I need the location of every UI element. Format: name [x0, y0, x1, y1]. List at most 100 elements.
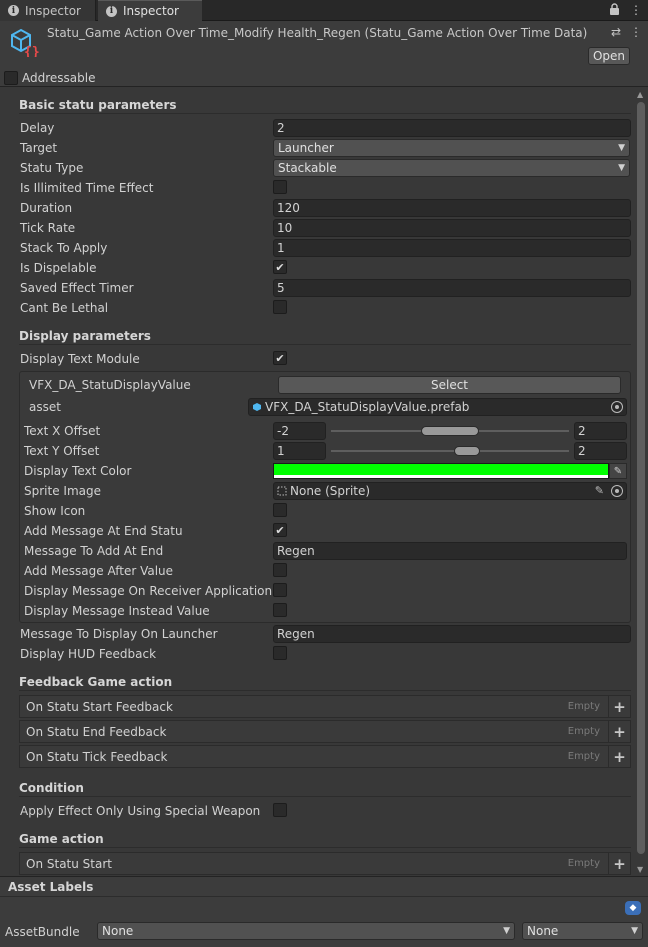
- open-button[interactable]: Open: [588, 47, 630, 65]
- sprite-label: Sprite Image: [24, 484, 101, 498]
- empty-label: Empty: [567, 751, 600, 762]
- info-icon: i: [8, 5, 19, 16]
- plus-icon[interactable]: +: [608, 721, 630, 742]
- checkmark-icon: ✔: [275, 351, 285, 365]
- plus-icon[interactable]: +: [608, 853, 630, 874]
- duration-field[interactable]: 120: [273, 199, 631, 217]
- y-offset-min-field[interactable]: 1: [273, 442, 326, 460]
- object-picker-icon[interactable]: [611, 485, 623, 497]
- scroll-down-icon[interactable]: ▼: [637, 865, 643, 874]
- chevron-down-icon: ▼: [618, 163, 625, 173]
- y-offset-slider-track[interactable]: [331, 450, 569, 452]
- checkmark-icon: ✔: [275, 260, 285, 274]
- scriptable-object-icon: {}: [11, 28, 39, 57]
- hud-label: Display HUD Feedback: [20, 647, 157, 661]
- y-offset-max-field[interactable]: 2: [574, 442, 627, 460]
- sprite-value: None (Sprite): [290, 484, 371, 498]
- saved-timer-field[interactable]: 5: [273, 279, 631, 297]
- tab-label: Inspector: [123, 4, 179, 18]
- tick-rate-field[interactable]: 10: [273, 219, 631, 237]
- asset-bundle-variant-value: None: [527, 924, 559, 938]
- more-options-icon[interactable]: ⋮: [630, 25, 642, 39]
- asset-labels-title: Asset Labels: [8, 880, 94, 894]
- info-icon: i: [106, 5, 117, 17]
- scroll-up-icon[interactable]: ▲: [637, 90, 643, 99]
- text-color-field[interactable]: [273, 463, 609, 479]
- dispelable-label: Is Dispelable: [20, 261, 97, 275]
- special-weapon-checkbox[interactable]: [273, 803, 287, 817]
- chevron-down-icon: ▼: [618, 143, 625, 153]
- stack-field[interactable]: 1: [273, 239, 631, 257]
- asset-labels-header[interactable]: Asset Labels: [0, 876, 648, 897]
- plus-icon[interactable]: +: [608, 696, 630, 717]
- statu-type-value: Stackable: [278, 161, 337, 175]
- event-label: On Statu Start: [26, 857, 112, 871]
- x-offset-min-field[interactable]: -2: [273, 422, 326, 440]
- vertical-scrollbar[interactable]: ▲ ▼: [634, 88, 648, 876]
- y-offset-slider-handle[interactable]: [454, 446, 480, 456]
- asset-bundle-dropdown[interactable]: None ▼: [97, 922, 515, 940]
- text-module-checkbox[interactable]: ✔: [273, 351, 287, 365]
- msg-launcher-field[interactable]: Regen: [273, 625, 631, 643]
- tab-inspector-1[interactable]: i Inspector: [0, 0, 96, 21]
- dispelable-checkbox[interactable]: ✔: [273, 260, 287, 274]
- section-divider: [19, 113, 631, 114]
- alpha-bar: [274, 475, 608, 478]
- tab-label: Inspector: [25, 3, 81, 18]
- duration-label: Duration: [20, 201, 73, 215]
- illimited-checkbox[interactable]: [273, 180, 287, 194]
- statu-type-label: Statu Type: [20, 161, 84, 175]
- event-label: On Statu End Feedback: [26, 725, 167, 739]
- section-title-display: Display parameters: [19, 329, 151, 343]
- inspector-header: {} Statu_Game Action Over Time_Modify He…: [0, 21, 648, 87]
- msg-receiver-label: Display Message On Receiver Application: [24, 584, 273, 598]
- empty-label: Empty: [567, 701, 600, 712]
- x-offset-slider-handle[interactable]: [421, 426, 479, 436]
- msg-instead-checkbox[interactable]: [273, 603, 287, 617]
- msg-end-label: Add Message At End Statu: [24, 524, 183, 538]
- msg-after-checkbox[interactable]: [273, 563, 287, 577]
- target-dropdown[interactable]: Launcher ▼: [273, 139, 630, 157]
- msg-end-text-field[interactable]: Regen: [273, 542, 627, 560]
- tick-rate-label: Tick Rate: [20, 221, 76, 235]
- section-divider: [19, 344, 631, 345]
- msg-receiver-checkbox[interactable]: [273, 583, 287, 597]
- chevron-down-icon: ▼: [503, 926, 510, 936]
- y-offset-label: Text Y Offset: [24, 444, 100, 458]
- presets-icon[interactable]: ⇄: [611, 25, 621, 39]
- event-label: On Statu Tick Feedback: [26, 750, 168, 764]
- tab-inspector-2[interactable]: i Inspector: [98, 0, 202, 21]
- eyedropper-icon[interactable]: ✎: [609, 463, 627, 479]
- object-picker-icon[interactable]: [611, 401, 623, 413]
- section-divider: [19, 847, 631, 848]
- show-icon-label: Show Icon: [24, 504, 86, 518]
- section-title-basic: Basic statu parameters: [19, 98, 177, 112]
- asset-bundle-label: AssetBundle: [5, 925, 80, 939]
- sprite-object-field[interactable]: None (Sprite) ✎: [273, 482, 627, 500]
- label-tag-icon[interactable]: ◆: [625, 901, 641, 915]
- inspector-content: Basic statu parameters Delay 2 Target La…: [0, 88, 648, 876]
- lethal-checkbox[interactable]: [273, 300, 287, 314]
- delay-field[interactable]: 2: [273, 119, 631, 137]
- show-icon-checkbox[interactable]: [273, 503, 287, 517]
- select-button[interactable]: Select: [278, 376, 621, 394]
- lock-icon[interactable]: [609, 3, 620, 15]
- pencil-icon[interactable]: ✎: [595, 484, 604, 497]
- statu-type-dropdown[interactable]: Stackable ▼: [273, 159, 630, 177]
- addressable-checkbox[interactable]: [4, 71, 18, 85]
- asset-title: Statu_Game Action Over Time_Modify Healt…: [47, 26, 588, 40]
- msg-end-checkbox[interactable]: ✔: [273, 523, 287, 537]
- x-offset-max-field[interactable]: 2: [574, 422, 627, 440]
- section-divider: [19, 796, 631, 797]
- hud-checkbox[interactable]: [273, 646, 287, 660]
- illimited-label: Is Illimited Time Effect: [20, 181, 154, 195]
- more-options-icon[interactable]: ⋮: [630, 3, 642, 17]
- addressable-row: Addressable: [4, 70, 95, 86]
- asset-bundle-variant-dropdown[interactable]: None ▼: [522, 922, 643, 940]
- stack-label: Stack To Apply: [20, 241, 108, 255]
- asset-object-field[interactable]: VFX_DA_StatuDisplayValue.prefab: [248, 398, 627, 416]
- plus-icon[interactable]: +: [608, 746, 630, 767]
- scrollbar-thumb[interactable]: [637, 102, 645, 854]
- event-on-statu-tick-feedback: On Statu Tick Feedback Empty +: [19, 745, 631, 768]
- special-weapon-label: Apply Effect Only Using Special Weapon: [20, 804, 261, 818]
